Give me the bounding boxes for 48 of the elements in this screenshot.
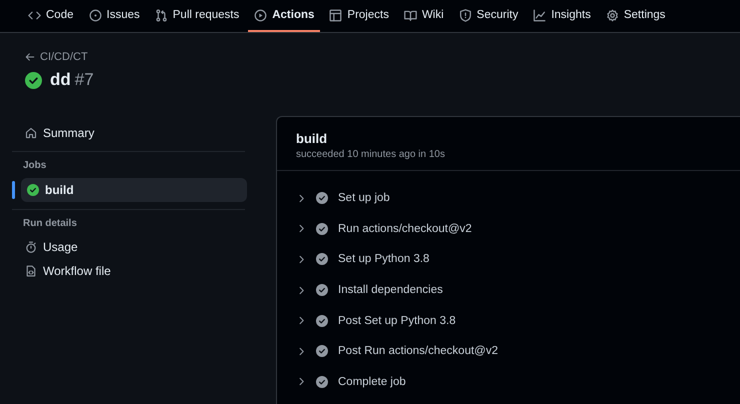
step-name: Set up job xyxy=(338,192,390,204)
nav-tab[interactable]: Pull requests xyxy=(148,0,246,32)
shield-icon xyxy=(458,8,472,22)
pull-request-icon xyxy=(154,8,168,22)
step-name: Install dependencies xyxy=(338,284,443,296)
circle-dot-icon xyxy=(88,8,102,22)
stopwatch-icon xyxy=(25,241,37,253)
job-status-text: succeeded 10 minutes ago in 10s xyxy=(296,149,446,160)
nav-tab[interactable]: Actions xyxy=(248,0,320,32)
step-name: Post Run actions/checkout@v2 xyxy=(338,345,498,358)
play-icon xyxy=(254,8,268,22)
step-row[interactable]: Post Set up Python 3.8 xyxy=(296,305,740,336)
house-icon xyxy=(25,127,37,139)
line-chart-icon xyxy=(533,8,546,22)
back-link[interactable]: CI/CD/CT xyxy=(25,50,252,64)
step-row[interactable]: Set up Python 3.8 xyxy=(296,244,740,275)
summary-link[interactable]: Summary xyxy=(25,121,252,145)
run-detail-link[interactable]: Usage xyxy=(25,235,252,259)
code-icon xyxy=(28,8,41,22)
file-icon xyxy=(25,265,37,277)
arrow-left-icon xyxy=(25,52,35,62)
step-name: Post Set up Python 3.8 xyxy=(338,314,456,327)
nav-tab[interactable]: Insights xyxy=(527,0,597,32)
gear-icon xyxy=(606,8,619,22)
run-number: #7 xyxy=(74,70,94,90)
nav-tab[interactable]: Security xyxy=(452,0,524,32)
step-name: Complete job xyxy=(338,376,406,388)
selection-indicator xyxy=(12,181,15,199)
nav-tab[interactable]: Settings xyxy=(600,0,672,32)
nav-tab[interactable]: Wiki xyxy=(398,0,450,32)
job-title: build xyxy=(296,131,328,146)
step-row[interactable]: Complete job xyxy=(296,366,740,398)
table-icon xyxy=(329,8,342,22)
step-name: Set up Python 3.8 xyxy=(338,253,430,266)
section-heading: Run details xyxy=(23,218,78,229)
section-heading: Jobs xyxy=(23,160,48,171)
step-row[interactable]: Run actions/checkout@v2 xyxy=(296,214,740,244)
book-icon xyxy=(404,8,417,22)
step-row[interactable]: Post Run actions/checkout@v2 xyxy=(296,336,740,367)
step-name: Run actions/checkout@v2 xyxy=(338,222,472,235)
step-row[interactable]: Set up job xyxy=(296,183,740,214)
run-title: dd xyxy=(50,70,71,90)
job-item[interactable]: build xyxy=(21,178,247,202)
nav-tab[interactable]: Code xyxy=(22,0,80,32)
step-row[interactable]: Install dependencies xyxy=(296,274,740,306)
run-detail-link[interactable]: Workflow file xyxy=(25,259,252,283)
nav-tab[interactable]: Projects xyxy=(323,0,395,32)
nav-tab[interactable]: Issues xyxy=(82,0,146,32)
